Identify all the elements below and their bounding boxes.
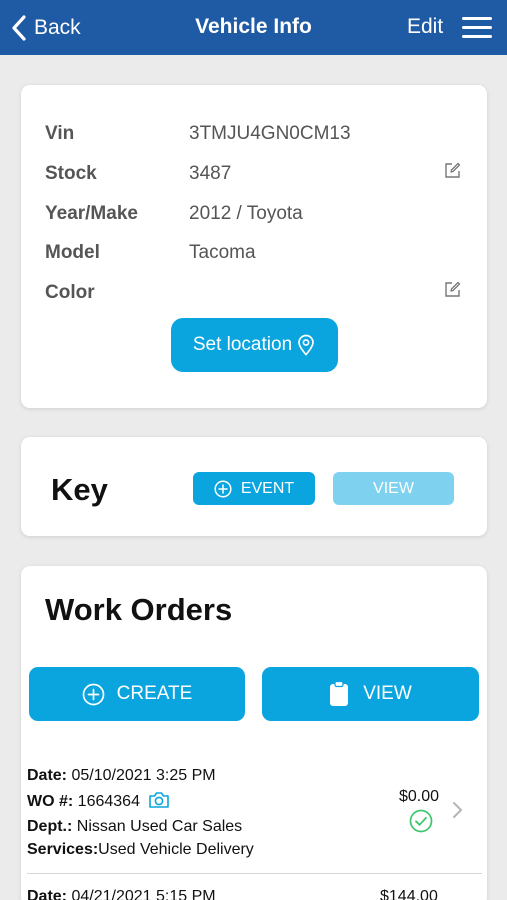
camera-icon[interactable] (148, 791, 170, 809)
key-card: Key EVENT VIEW (21, 437, 487, 536)
wo-services: Used Vehicle Delivery (98, 841, 254, 858)
wo-number: 1664364 (77, 793, 140, 810)
set-location-label: Set location (192, 334, 293, 355)
date-label: Date: (27, 767, 68, 784)
event-label: EVENT (240, 479, 295, 497)
work-order-row[interactable]: Date: 04/21/2021 5:15 PM $144.00 (21, 888, 487, 900)
check-circle-icon (409, 809, 433, 833)
edit-color-icon[interactable] (444, 281, 461, 298)
model-value: Tacoma (189, 242, 256, 263)
work-orders-card: Work Orders CREATE VIEW Date: 05/10/2021… (21, 566, 487, 900)
wo-date: 05/10/2021 3:25 PM (71, 767, 216, 784)
wo-amount: $0.00 (399, 788, 440, 805)
create-label: CREATE (116, 683, 193, 704)
edit-button[interactable]: Edit (407, 15, 443, 39)
wo-number-label: WO #: (27, 793, 74, 810)
work-order-row[interactable]: Date: 05/10/2021 3:25 PM WO #: 1664364 D… (21, 764, 487, 864)
map-pin-icon (298, 334, 314, 356)
wo-dept-line: Dept.: Nissan Used Car Sales (27, 818, 242, 836)
key-view-label: VIEW (373, 479, 414, 497)
wo-services-line: Services:Used Vehicle Delivery (27, 841, 254, 859)
stock-value: 3487 (189, 163, 232, 184)
edit-stock-icon[interactable] (444, 162, 461, 179)
clipboard-icon (330, 681, 349, 706)
model-label: Model (45, 242, 100, 263)
create-work-order-button[interactable]: CREATE (29, 667, 245, 721)
view-label: VIEW (363, 683, 412, 704)
key-title: Key (51, 472, 108, 507)
chevron-right-icon (453, 802, 462, 818)
key-event-button[interactable]: EVENT (193, 472, 315, 505)
wo-date-line: Date: 05/10/2021 3:25 PM (27, 767, 216, 785)
key-view-button[interactable]: VIEW (333, 472, 454, 505)
view-work-orders-button[interactable]: VIEW (262, 667, 479, 721)
wo-date-line: Date: 04/21/2021 5:15 PM (27, 888, 216, 900)
dept-label: Dept.: (27, 818, 73, 835)
set-location-button[interactable]: Set location (171, 318, 338, 372)
vin-label: Vin (45, 123, 75, 144)
color-label: Color (45, 282, 95, 303)
date-label: Date: (27, 888, 68, 900)
hamburger-menu-icon[interactable] (462, 17, 492, 39)
stock-label: Stock (45, 163, 97, 184)
nav-bar: Back Vehicle Info Edit (0, 0, 507, 55)
wo-date: 04/21/2021 5:15 PM (71, 888, 216, 900)
plus-circle-icon (214, 479, 232, 498)
wo-amount: $144.00 (380, 888, 438, 900)
vin-value: 3TMJU4GN0CM13 (189, 123, 351, 144)
work-orders-title: Work Orders (45, 592, 233, 627)
year-make-label: Year/Make (45, 203, 138, 224)
wo-number-line: WO #: 1664364 (27, 791, 170, 811)
divider (27, 873, 482, 874)
plus-circle-icon (82, 683, 105, 705)
wo-dept: Nissan Used Car Sales (76, 818, 243, 835)
services-label: Services: (27, 841, 99, 858)
year-make-value: 2012 / Toyota (189, 203, 303, 224)
vehicle-info-card: Vin 3TMJU4GN0CM13 Stock 3487 Year/Make 2… (21, 85, 487, 408)
